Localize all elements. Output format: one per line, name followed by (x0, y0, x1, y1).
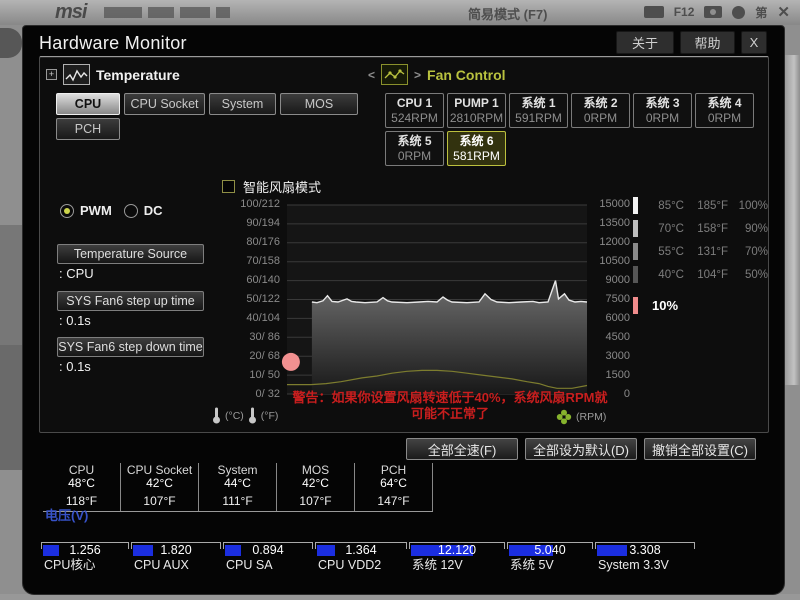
fan-button-cpu1[interactable]: CPU 1 524RPM (385, 93, 444, 128)
threshold-row-90: 70°C158°F90% (633, 220, 768, 237)
status-pch: PCH64°C147°F (355, 463, 433, 511)
pwm-label: PWM (80, 203, 112, 218)
about-button[interactable]: 关于 (616, 31, 674, 54)
status-mos: MOS42°C107°F (277, 463, 355, 511)
background-shape (0, 28, 22, 58)
stepdown-time-button[interactable]: SYS Fan6 step down time (57, 337, 204, 357)
background-shape (0, 225, 22, 345)
tab-mos[interactable]: MOS (280, 93, 358, 115)
background-shape (0, 345, 22, 470)
status-cpu: CPU48°C118°F (43, 463, 121, 511)
pwm-radio[interactable] (60, 204, 74, 218)
fan-button-sys1[interactable]: 系统 1 591RPM (509, 93, 568, 128)
help-button[interactable]: 帮助 (680, 31, 735, 54)
set-all-default-button[interactable]: 全部设为默认(D) (525, 438, 637, 460)
dc-label: DC (144, 203, 163, 218)
fan-button-sys2[interactable]: 系统 2 0RPM (571, 93, 630, 128)
background-menubar: msi 简易模式 (F7) F12 第 ✕ (0, 0, 800, 25)
stepup-time-value: : 0.1s (59, 313, 91, 328)
voltage-cpu-vdd2: 1.364 CPU VDD2 (315, 542, 407, 573)
collapse-icon[interactable]: + (46, 69, 57, 80)
stepup-time-button[interactable]: SYS Fan6 step up time (57, 291, 204, 311)
current-duty-row: 10% (633, 297, 678, 314)
voltage-cpu-core: 1.256 CPU核心 (41, 542, 129, 573)
thermometer-fahrenheit-icon (248, 407, 257, 425)
circle-icon (732, 6, 745, 19)
fan-button-sys5[interactable]: 系统 5 0RPM (385, 131, 444, 166)
keyboard-icon (644, 6, 664, 18)
smart-fan-checkbox[interactable] (222, 180, 235, 193)
temperature-status-bar: CPU48°C118°F CPU Socket42°C107°F System4… (43, 463, 433, 512)
voltage-system-3v3: 3.308 System 3.3V (595, 542, 695, 573)
tab-cpu[interactable]: CPU (56, 93, 120, 115)
fan-control-section-title: Fan Control (427, 67, 506, 83)
bios-title-blocks (104, 7, 230, 18)
threshold-row-100: 85°C185°F100% (633, 197, 768, 214)
window-title: Hardware Monitor (39, 33, 187, 54)
voltage-status-bar: 1.256 CPU核心 1.820 CPU AUX 0.894 CPU SA 1… (41, 542, 697, 573)
temperature-section-title: Temperature (96, 67, 180, 83)
status-system: System44°C111°F (199, 463, 277, 511)
background-shape (785, 55, 800, 385)
fan-button-sys3[interactable]: 系统 3 0RPM (633, 93, 692, 128)
hotkey-label: F12 (674, 5, 695, 19)
fan-button-sys4[interactable]: 系统 4 0RPM (695, 93, 754, 128)
tab-pch[interactable]: PCH (56, 118, 120, 140)
fan-speed-warning: 警告：如果你设置风扇转速低于40%，系统风扇RPM就 可能不正常了 (275, 390, 625, 422)
undo-all-settings-button[interactable]: 撤销全部设置(C) (644, 438, 756, 460)
full-speed-all-button[interactable]: 全部全速(F) (406, 438, 518, 460)
voltage-sys-5v: 5.040 系统 5V (507, 542, 593, 573)
screenshot-icon (704, 6, 722, 18)
voltage-section-title: 电压(V) (45, 505, 88, 524)
close-bios-icon: ✕ (777, 3, 790, 21)
dc-radio[interactable] (124, 204, 138, 218)
next-arrow-icon[interactable]: > (414, 68, 421, 82)
temperature-graph-icon (63, 64, 90, 85)
tab-cpu-socket[interactable]: CPU Socket (124, 93, 205, 115)
fan-control-graph-icon (381, 64, 408, 85)
temperature-source-value: : CPU (59, 266, 94, 281)
stepdown-time-value: : 0.1s (59, 359, 91, 374)
threshold-row-50: 40°C104°F50% (633, 266, 768, 283)
easy-mode-label: 简易模式 (F7) (468, 4, 547, 23)
fan-button-sys6-selected[interactable]: 系统 6 581RPM (447, 131, 506, 166)
celsius-unit-label: (°C) (225, 410, 244, 422)
hardware-monitor-window: Hardware Monitor 关于 帮助 X + Temperature <… (22, 25, 785, 595)
temp-axis-labels: 100/21290/19480/17670/15860/14050/12240/… (190, 198, 280, 401)
thermometer-celsius-icon (212, 407, 221, 425)
voltage-cpu-sa: 0.894 CPU SA (223, 542, 313, 573)
threshold-row-70: 55°C131°F70% (633, 243, 768, 260)
prev-arrow-icon[interactable]: < (368, 68, 375, 82)
fan-curve-chart[interactable] (287, 205, 587, 394)
temperature-source-button[interactable]: Temperature Source (57, 244, 204, 264)
status-cpu-socket: CPU Socket42°C107°F (121, 463, 199, 511)
rpm-axis-labels: 1500013500120001050090007500600045003000… (593, 198, 630, 401)
voltage-cpu-aux: 1.820 CPU AUX (131, 542, 221, 573)
monitor-panel: + Temperature < > Fan Control CPU CPU So… (39, 56, 769, 433)
msi-logo: msi (55, 1, 86, 24)
fan-button-pump1[interactable]: PUMP 1 2810RPM (447, 93, 506, 128)
tab-system[interactable]: System (209, 93, 276, 115)
voltage-sys-12v: 12.120 系统 12V (409, 542, 505, 573)
close-window-button[interactable]: X (741, 31, 767, 54)
smart-fan-label: 智能风扇模式 (243, 177, 321, 196)
language-toggle-label: 第 (755, 4, 767, 21)
